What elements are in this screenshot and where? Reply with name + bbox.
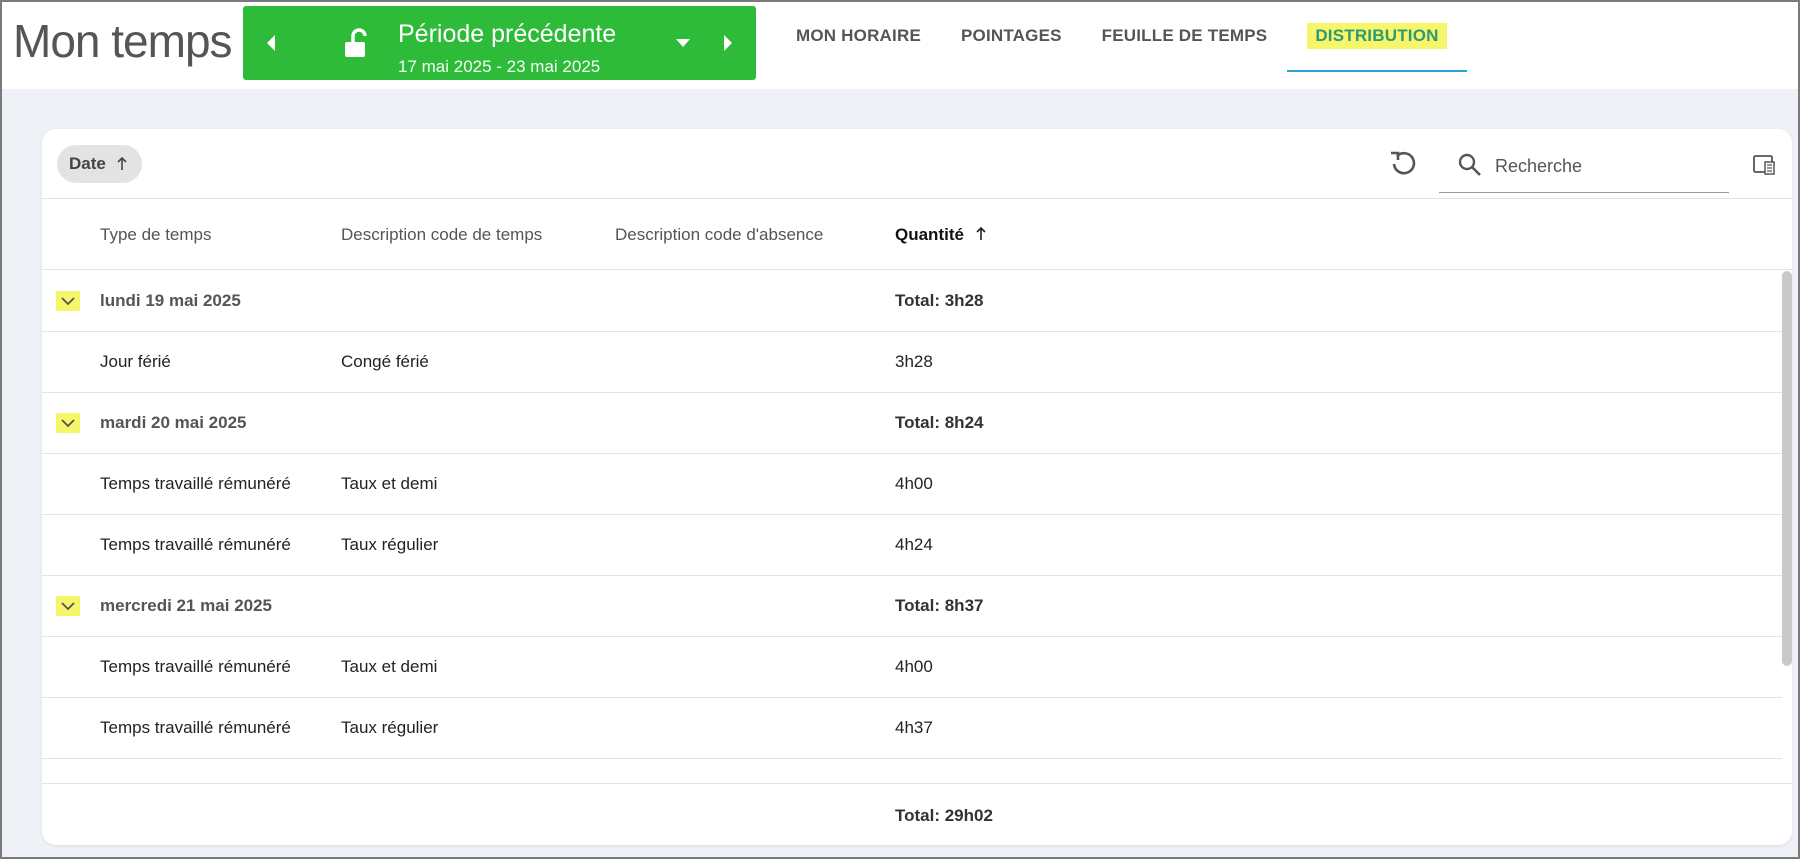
sort-chip-date[interactable]: Date <box>57 145 142 183</box>
group-total: Total: 3h28 <box>895 291 984 310</box>
caret-down-icon <box>676 39 690 47</box>
table-row[interactable]: Temps travaillé rémunéré Taux régulier 4… <box>42 698 1782 759</box>
tab-distribution[interactable]: DISTRIBUTION <box>1287 0 1467 72</box>
cell-code: Congé férié <box>341 352 429 371</box>
table-toolbar: Date <box>42 129 1792 199</box>
tab-mon-horaire[interactable]: MON HORAIRE <box>776 0 941 72</box>
cell-quantity: 4h00 <box>895 474 933 493</box>
search-field <box>1439 138 1729 193</box>
table-row[interactable]: Temps travaillé rémunéré Taux et demi 4h… <box>42 637 1782 698</box>
tab-label: MON HORAIRE <box>796 26 921 45</box>
table-footer: Total: 29h02 <box>42 783 1792 845</box>
cell-type: Temps travaillé rémunéré <box>100 535 291 554</box>
cell-quantity: 4h00 <box>895 657 933 676</box>
group-date: mercredi 21 mai 2025 <box>100 596 273 615</box>
group-row: mardi 20 mai 2025 Total: 8h24 <box>42 393 1782 454</box>
cell-type: Jour férié <box>100 352 171 371</box>
table-header: Type de temps Description code de temps … <box>42 200 1792 270</box>
column-header-type[interactable]: Type de temps <box>100 225 212 245</box>
table-row[interactable]: Temps travaillé rémunéré Taux et demi 4h… <box>42 454 1782 515</box>
period-dates: 17 mai 2025 - 23 mai 2025 <box>398 57 601 76</box>
column-settings-icon[interactable] <box>1752 153 1776 177</box>
period-label: Période précédente <box>398 20 617 48</box>
tab-label: POINTAGES <box>960 26 1062 45</box>
column-header-quantite[interactable]: Quantité <box>895 225 987 245</box>
cell-code: Taux régulier <box>341 718 439 737</box>
tab-label: DISTRIBUTION <box>1307 23 1447 49</box>
column-header-absence[interactable]: Description code d'absence <box>615 225 823 245</box>
collapse-group-button[interactable] <box>56 413 80 433</box>
group-date: lundi 19 mai 2025 <box>100 291 241 310</box>
next-period-button[interactable] <box>708 6 748 80</box>
cell-code: Taux et demi <box>341 657 438 676</box>
search-icon <box>1458 153 1481 176</box>
chevron-down-icon <box>61 601 75 610</box>
caret-right-icon <box>724 35 732 51</box>
cell-quantity: 4h24 <box>895 535 933 554</box>
sort-chip-label: Date <box>69 154 106 173</box>
group-row: lundi 19 mai 2025 Total: 3h28 <box>42 271 1782 332</box>
page-title: Mon temps <box>13 15 233 67</box>
search-input[interactable] <box>1495 152 1715 180</box>
group-row: mercredi 21 mai 2025 Total: 8h37 <box>42 576 1782 637</box>
group-date: mardi 20 mai 2025 <box>100 413 247 432</box>
previous-period-button[interactable] <box>251 6 291 80</box>
cell-type: Temps travaillé rémunéré <box>100 718 291 737</box>
main-tabs: MON HORAIRE POINTAGES FEUILLE DE TEMPS D… <box>776 0 1467 89</box>
collapse-group-button[interactable] <box>56 596 80 616</box>
table-scrollbar[interactable] <box>1782 271 1792 783</box>
tab-pointages[interactable]: POINTAGES <box>941 0 1082 72</box>
cell-quantity: 4h37 <box>895 718 933 737</box>
caret-left-icon <box>267 35 275 51</box>
cell-type: Temps travaillé rémunéré <box>100 474 291 493</box>
group-total: Total: 8h24 <box>895 413 984 432</box>
unlock-icon <box>345 28 367 57</box>
period-selector: Période précédente 17 mai 2025 - 23 mai … <box>243 6 756 80</box>
chevron-down-icon <box>61 296 75 305</box>
column-header-code[interactable]: Description code de temps <box>341 225 542 245</box>
cell-code: Taux régulier <box>341 535 439 554</box>
tab-feuille-de-temps[interactable]: FEUILLE DE TEMPS <box>1082 0 1288 72</box>
cell-quantity: 3h28 <box>895 352 933 371</box>
scrollbar-thumb[interactable] <box>1782 271 1792 666</box>
chevron-down-icon <box>61 418 75 427</box>
cell-type: Temps travaillé rémunéré <box>100 657 291 676</box>
arrow-up-icon <box>976 226 986 240</box>
table-row[interactable]: Jour férié Congé férié 3h28 <box>42 332 1782 393</box>
app-header: Mon temps Période précédente 17 mai 2025… <box>0 0 1800 89</box>
refresh-icon[interactable] <box>1387 147 1421 181</box>
collapse-group-button[interactable] <box>56 291 80 311</box>
distribution-table-card: Date Type de temps Description code de t… <box>42 129 1792 845</box>
table-row[interactable]: Temps travaillé rémunéré Taux régulier 4… <box>42 515 1782 576</box>
arrow-up-icon <box>117 156 127 170</box>
period-dropdown-button[interactable] <box>663 6 703 80</box>
group-total: Total: 8h37 <box>895 596 984 615</box>
column-header-label: Quantité <box>895 225 964 244</box>
cell-code: Taux et demi <box>341 474 438 493</box>
tab-label: FEUILLE DE TEMPS <box>1101 26 1268 45</box>
table-body: lundi 19 mai 2025 Total: 3h28 Jour férié… <box>42 271 1782 783</box>
grand-total: Total: 29h02 <box>895 806 993 825</box>
